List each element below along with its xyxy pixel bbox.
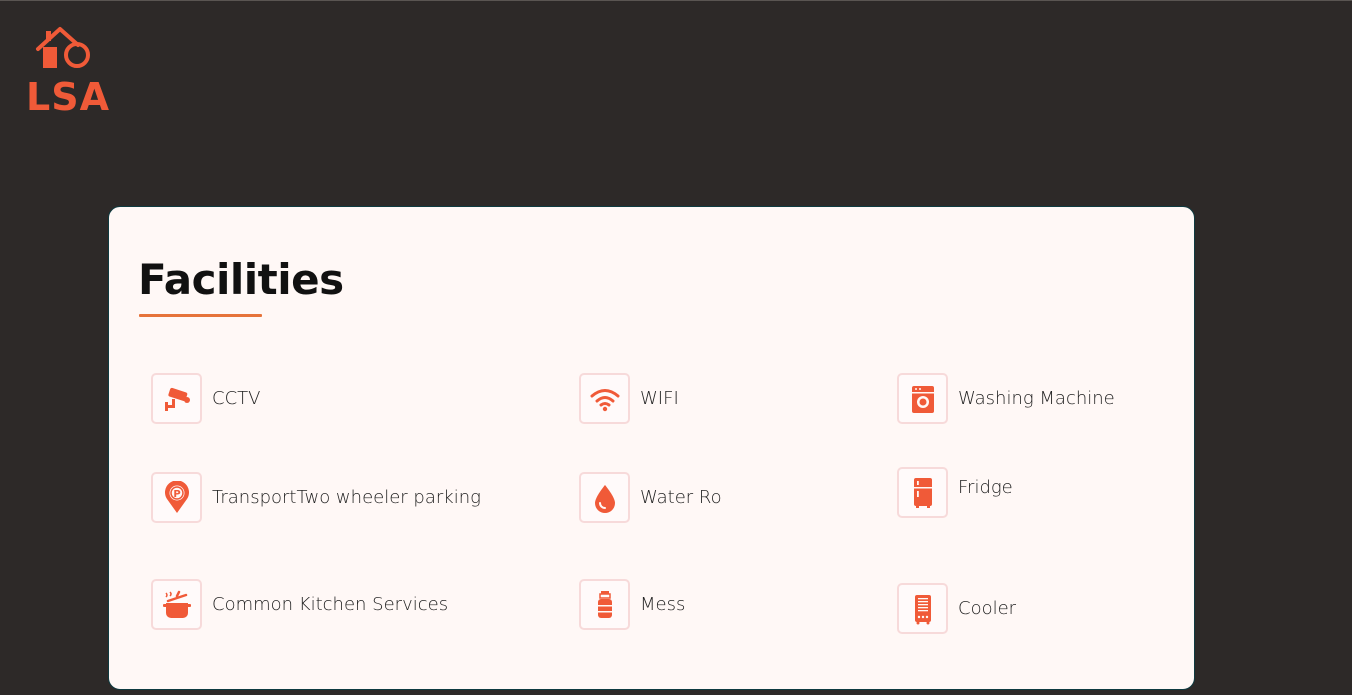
facilities-card: Facilities CCTV WIFI Washing Machine P T… xyxy=(108,206,1195,690)
facility-label: WIFI xyxy=(640,388,679,409)
cctv-camera-icon xyxy=(164,387,190,411)
svg-text:P: P xyxy=(173,489,180,500)
facility-item-parking: P TransportTwo wheeler parking xyxy=(151,472,481,523)
facility-label: TransportTwo wheeler parking xyxy=(212,487,481,508)
facility-item-cooler: Cooler xyxy=(897,583,1016,634)
title-underline xyxy=(139,314,262,317)
facility-item-fridge: Fridge xyxy=(897,467,1013,518)
gas-cylinder-icon xyxy=(597,590,612,618)
cooking-pot-icon xyxy=(162,590,191,618)
fridge-icon xyxy=(913,477,932,508)
logo-text: LSA xyxy=(26,75,110,119)
page: LSA Facilities CCTV WIFI Washing Machine… xyxy=(0,0,1352,695)
air-cooler-icon xyxy=(914,594,931,624)
facility-item-cctv: CCTV xyxy=(151,373,260,424)
wifi-icon xyxy=(590,388,619,411)
facility-label: CCTV xyxy=(212,388,261,409)
facility-item-washing-machine: Washing Machine xyxy=(897,373,1115,424)
facility-item-mess: Mess xyxy=(579,579,685,630)
facility-label: Cooler xyxy=(958,598,1017,619)
parking-pin-icon: P xyxy=(164,480,189,513)
water-drop-icon xyxy=(594,484,615,513)
washing-machine-icon xyxy=(911,385,934,413)
facility-label: Water Ro xyxy=(640,487,722,508)
facility-label: Fridge xyxy=(958,477,1013,498)
facility-item-water-ro: Water Ro xyxy=(579,472,722,523)
section-title: Facilities xyxy=(138,255,344,304)
facility-label: Washing Machine xyxy=(958,388,1115,409)
facility-label: Mess xyxy=(640,594,686,615)
facility-item-wifi: WIFI xyxy=(579,373,679,424)
house-logo-icon xyxy=(36,27,90,68)
brand-logo[interactable]: LSA xyxy=(26,25,110,121)
facility-item-kitchen: Common Kitchen Services xyxy=(151,579,448,630)
facility-label: Common Kitchen Services xyxy=(212,594,449,615)
